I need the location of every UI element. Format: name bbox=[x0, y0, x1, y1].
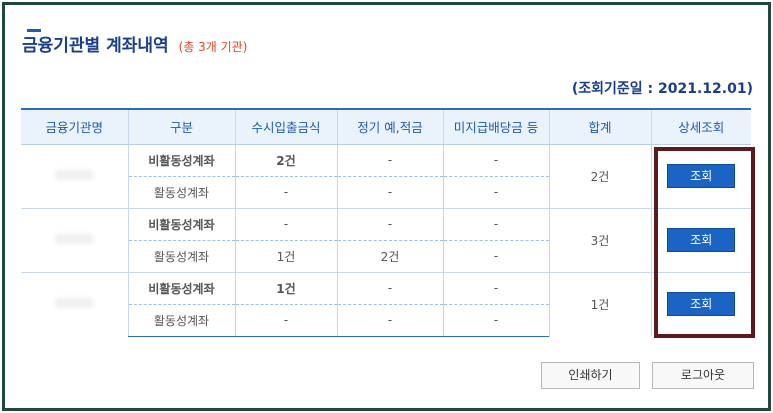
term-cell: - bbox=[336, 143, 443, 177]
header-term-deposit: 정기 예,적금 bbox=[336, 108, 443, 145]
institution-name-redacted bbox=[21, 271, 128, 336]
dividend-cell: - bbox=[442, 240, 549, 273]
term-cell: - bbox=[336, 207, 443, 241]
redacted-name-blur bbox=[54, 234, 95, 244]
view-detail-button[interactable]: 조회 bbox=[667, 164, 736, 188]
total-cell: 2건 bbox=[548, 143, 651, 208]
dividend-cell: - bbox=[442, 143, 549, 177]
header-kind: 구분 bbox=[127, 108, 235, 145]
demand-cell: - bbox=[234, 176, 337, 209]
dividend-cell: - bbox=[442, 207, 549, 241]
demand-cell: - bbox=[234, 207, 337, 241]
table-header-row: 금융기관명 구분 수시입출금식 정기 예,적금 미지급배당금 등 합계 상세조회 bbox=[21, 108, 751, 145]
page-title: 금융기관별 계좌내역 (총 3개 기관) bbox=[22, 31, 247, 56]
term-cell: - bbox=[336, 304, 443, 337]
base-date: (조회기준일 : 2021.12.01) bbox=[571, 81, 753, 97]
header-total: 합계 bbox=[548, 108, 651, 145]
header-demand-deposit: 수시입출금식 bbox=[234, 108, 337, 145]
print-button[interactable]: 인쇄하기 bbox=[541, 362, 640, 389]
table-row: 비활동성계좌 1건 - - 1건 조회 bbox=[21, 271, 751, 336]
view-detail-button[interactable]: 조회 bbox=[667, 228, 736, 252]
dividend-cell: - bbox=[442, 304, 549, 337]
account-table: 금융기관명 구분 수시입출금식 정기 예,적금 미지급배당금 등 합계 상세조회… bbox=[21, 108, 751, 337]
kind-cell: 비활동성계좌 bbox=[127, 143, 235, 177]
dividend-cell: - bbox=[442, 176, 549, 209]
redacted-name-blur bbox=[54, 298, 95, 309]
institution-count: (총 3개 기관) bbox=[178, 40, 248, 54]
total-cell: 3건 bbox=[548, 207, 651, 272]
total-cell: 1건 bbox=[548, 271, 651, 336]
table-row: 비활동성계좌 - - - 3건 조회 bbox=[21, 207, 751, 272]
table-row: 비활동성계좌 2건 - - 2건 조회 bbox=[21, 143, 751, 208]
term-cell: 2건 bbox=[336, 240, 443, 273]
term-cell: - bbox=[336, 271, 443, 305]
page-title-text: 금융기관별 계좌내역 bbox=[22, 36, 169, 56]
kind-cell: 활동성계좌 bbox=[127, 176, 235, 209]
header-institution: 금융기관명 bbox=[21, 108, 128, 145]
header-detail: 상세조회 bbox=[650, 108, 751, 145]
view-detail-button[interactable]: 조회 bbox=[667, 292, 736, 317]
kind-cell: 비활동성계좌 bbox=[127, 271, 235, 305]
demand-cell: - bbox=[234, 304, 337, 337]
dividend-cell: - bbox=[442, 271, 549, 305]
kind-cell: 활동성계좌 bbox=[127, 304, 235, 337]
kind-cell: 활동성계좌 bbox=[127, 240, 235, 273]
redacted-name-blur bbox=[54, 170, 95, 180]
demand-cell: 1건 bbox=[234, 271, 337, 305]
logout-button[interactable]: 로그아웃 bbox=[652, 362, 754, 389]
term-cell: - bbox=[336, 176, 443, 209]
kind-cell: 비활동성계좌 bbox=[127, 207, 235, 241]
demand-cell: 1건 bbox=[234, 240, 337, 273]
demand-cell: 2건 bbox=[234, 143, 337, 177]
detail-cell: 조회 bbox=[650, 207, 751, 272]
institution-name-redacted bbox=[21, 207, 128, 272]
detail-cell: 조회 bbox=[650, 271, 751, 336]
header-unpaid-dividend: 미지급배당금 등 bbox=[442, 108, 549, 145]
institution-name-redacted bbox=[21, 143, 128, 208]
detail-cell: 조회 bbox=[650, 143, 751, 208]
